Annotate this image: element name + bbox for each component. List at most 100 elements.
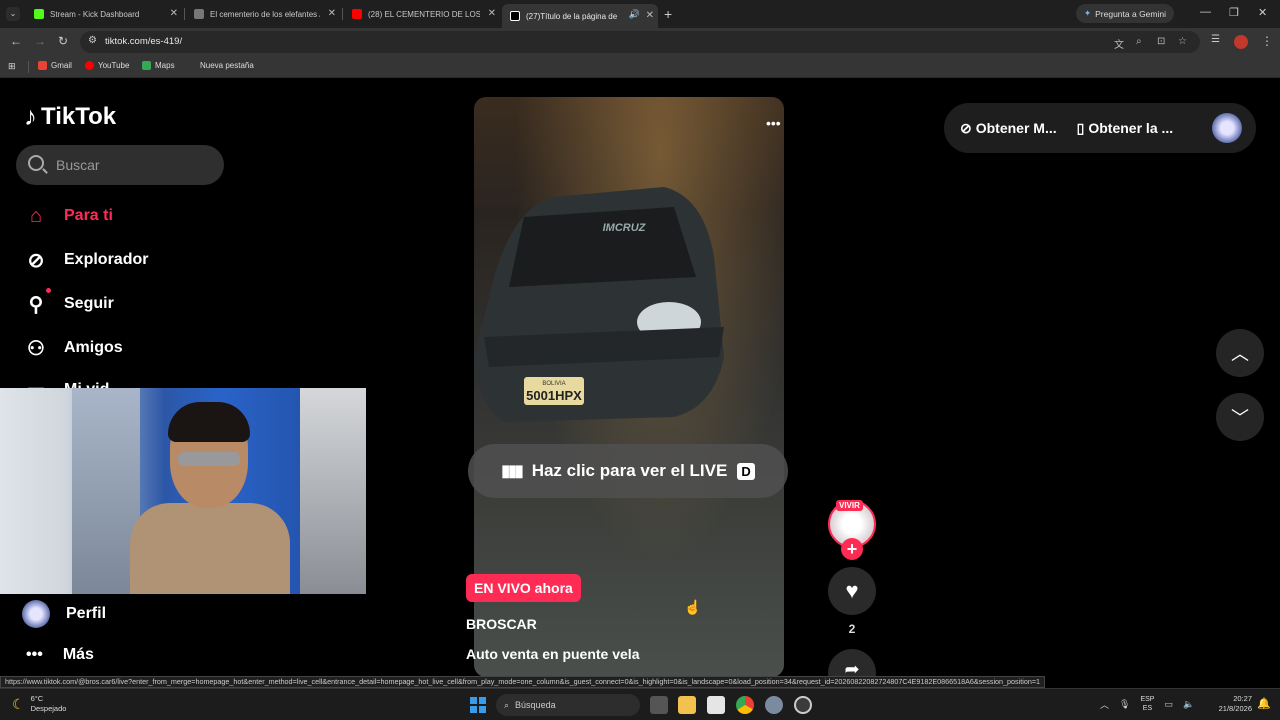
- file-explorer-icon[interactable]: [678, 696, 696, 714]
- top-right-actions: ⊘ Obtener M... ▯ Obtener la ...: [944, 103, 1256, 153]
- windows-start-icon[interactable]: [470, 697, 486, 713]
- weather-desc: Despejado: [30, 704, 67, 713]
- translate-icon[interactable]: 文: [1114, 36, 1124, 51]
- system-tray: ︿ 🎙 ESP ES ▭ 🔈: [1100, 695, 1194, 713]
- weather-widget[interactable]: ☾ 6°C Despejado: [12, 694, 66, 714]
- nav-label: Amigos: [64, 339, 123, 356]
- nav-seguir[interactable]: ⚲ Seguir: [24, 288, 114, 316]
- get-app-button[interactable]: ▯ Obtener la ...: [1077, 120, 1174, 137]
- tab-tiktok[interactable]: (27)Título de la página de 🔊 ✕: [502, 4, 658, 28]
- volume-icon[interactable]: 🔈: [1183, 699, 1194, 710]
- bookmark-label: Gmail: [51, 61, 72, 70]
- menu-icon[interactable]: ⋮: [1261, 34, 1273, 48]
- site-info-icon[interactable]: ⚙: [88, 35, 97, 46]
- profile-avatar[interactable]: [1234, 35, 1248, 49]
- zoom-icon[interactable]: ⌕: [1136, 36, 1142, 47]
- tab-kick[interactable]: Stream - Kick Dashboard ✕: [26, 4, 182, 24]
- bookmark-maps[interactable]: Maps: [142, 61, 175, 70]
- nav-label: Explorador: [64, 251, 149, 268]
- streamer-figure: [130, 402, 290, 594]
- restore-icon[interactable]: ❐: [1229, 6, 1239, 19]
- store-icon[interactable]: [707, 696, 725, 714]
- nav-perfil[interactable]: Perfil: [22, 600, 106, 628]
- gemini-button[interactable]: ✦ Pregunta a Gemini: [1076, 4, 1174, 23]
- streamer-body: [130, 503, 290, 594]
- share-button[interactable]: ➦: [828, 649, 876, 677]
- back-icon[interactable]: ←: [10, 34, 22, 48]
- link-status-url: https://www.tiktok.com/@bros.car6/live?e…: [0, 676, 1046, 688]
- nav-para-ti[interactable]: ⌂ Para ti: [24, 204, 113, 228]
- taskbar-clock[interactable]: 20:27 21/8/2026: [1210, 694, 1252, 714]
- minimize-icon[interactable]: —: [1200, 6, 1211, 18]
- share-icon: ➦: [844, 659, 860, 677]
- address-bar[interactable]: ⚙ tiktok.com/es-419/ 文 ⌕ ⊡ ☆: [80, 31, 1200, 53]
- network-icon[interactable]: ▭: [1164, 699, 1173, 710]
- tab-label: (28) EL CEMENTERIO DE LOS E: [368, 9, 480, 19]
- tray-chevron-icon[interactable]: ︿: [1100, 698, 1109, 711]
- tab-youtube[interactable]: (28) EL CEMENTERIO DE LOS E ✕: [344, 4, 500, 24]
- search-bar[interactable]: [16, 145, 224, 185]
- tiktok-logo[interactable]: ♪ TikTok: [24, 101, 116, 132]
- close-icon[interactable]: ✕: [488, 8, 496, 19]
- tab-label: Stream - Kick Dashboard: [50, 9, 140, 19]
- follow-plus-button[interactable]: +: [841, 538, 863, 560]
- browser-tab-strip: ⌄ Stream - Kick Dashboard ✕ El cementeri…: [0, 0, 1280, 28]
- hanging-jacket: [300, 388, 366, 594]
- live-label: VIVIR: [836, 500, 863, 511]
- close-icon[interactable]: ✕: [170, 8, 178, 19]
- next-video-button[interactable]: ﹀: [1216, 393, 1264, 441]
- notification-dot: [46, 288, 51, 293]
- chrome-icon[interactable]: [736, 696, 754, 714]
- car-image: BOLIVIA 5001HPX IMCRUZ: [474, 187, 724, 422]
- more-options-icon[interactable]: •••: [766, 115, 781, 131]
- window-close-icon[interactable]: ✕: [1258, 6, 1267, 19]
- plate-country: BOLIVIA: [542, 381, 565, 387]
- get-coins-button[interactable]: ⊘ Obtener M...: [960, 120, 1057, 137]
- tab-search-icon[interactable]: ⌄: [6, 7, 20, 21]
- clock-date: 21/8/2026: [1218, 704, 1252, 713]
- previous-video-button[interactable]: ︿: [1216, 329, 1264, 377]
- bookmark-youtube[interactable]: YouTube: [85, 61, 129, 70]
- bookmark-new-tab[interactable]: Nueva pestaña: [200, 61, 254, 70]
- nav-amigos[interactable]: ⚇ Amigos: [24, 336, 123, 360]
- weather-temp: 6°C: [30, 694, 44, 703]
- close-icon[interactable]: ✕: [646, 10, 654, 21]
- language-indicator[interactable]: ESP ES: [1140, 695, 1154, 713]
- bookmark-star-icon[interactable]: ☆: [1178, 36, 1187, 47]
- nav-mas[interactable]: ••• Más: [26, 646, 94, 664]
- windshield-text: IMCRUZ: [603, 222, 647, 234]
- taskbar-search[interactable]: ⌕ Búsqueda: [496, 694, 640, 716]
- reload-icon[interactable]: ↻: [58, 34, 68, 48]
- notification-bell-icon[interactable]: 🔔: [1257, 697, 1271, 710]
- watch-live-button[interactable]: ▮▮▮ Haz clic para ver el LIVE D: [468, 444, 788, 498]
- gemini-icon: ✦: [1084, 8, 1092, 18]
- tab-cementerio[interactable]: El cementerio de los elefantes / ✕: [186, 4, 340, 24]
- bookmark-gmail[interactable]: Gmail: [38, 61, 72, 70]
- apps-icon[interactable]: ⊞: [8, 61, 16, 72]
- close-icon[interactable]: ✕: [328, 8, 336, 19]
- install-icon[interactable]: ⊡: [1157, 36, 1165, 47]
- tab-label: (27)Título de la página de: [526, 11, 618, 21]
- live-now-badge: EN VIVO ahora: [466, 574, 581, 602]
- video-caption: Auto venta en puente vela: [466, 646, 640, 662]
- audio-icon[interactable]: 🔊: [629, 9, 640, 20]
- tiktok-icon: [510, 11, 520, 21]
- microphone-icon[interactable]: 🎙: [1119, 699, 1130, 710]
- video-username[interactable]: BROSCAR: [466, 616, 537, 632]
- like-button[interactable]: ♥: [828, 567, 876, 615]
- maps-icon: [142, 61, 151, 70]
- compass-icon: ⊘: [960, 119, 972, 136]
- settings-icon[interactable]: [765, 696, 783, 714]
- chevron-up-icon: ︿: [1231, 344, 1249, 364]
- forward-icon[interactable]: →: [34, 34, 46, 48]
- reading-list-icon[interactable]: ☰: [1211, 34, 1220, 45]
- obs-icon[interactable]: [794, 696, 812, 714]
- user-avatar[interactable]: [1212, 113, 1242, 143]
- task-view-icon[interactable]: [650, 696, 668, 714]
- user-follow-icon: ⚲: [28, 293, 44, 316]
- nav-explorador[interactable]: ⊘ Explorador: [24, 248, 149, 272]
- youtube-icon: [85, 61, 94, 70]
- new-tab-button[interactable]: +: [664, 6, 672, 22]
- search-input[interactable]: [56, 155, 206, 175]
- search-icon[interactable]: [28, 155, 44, 171]
